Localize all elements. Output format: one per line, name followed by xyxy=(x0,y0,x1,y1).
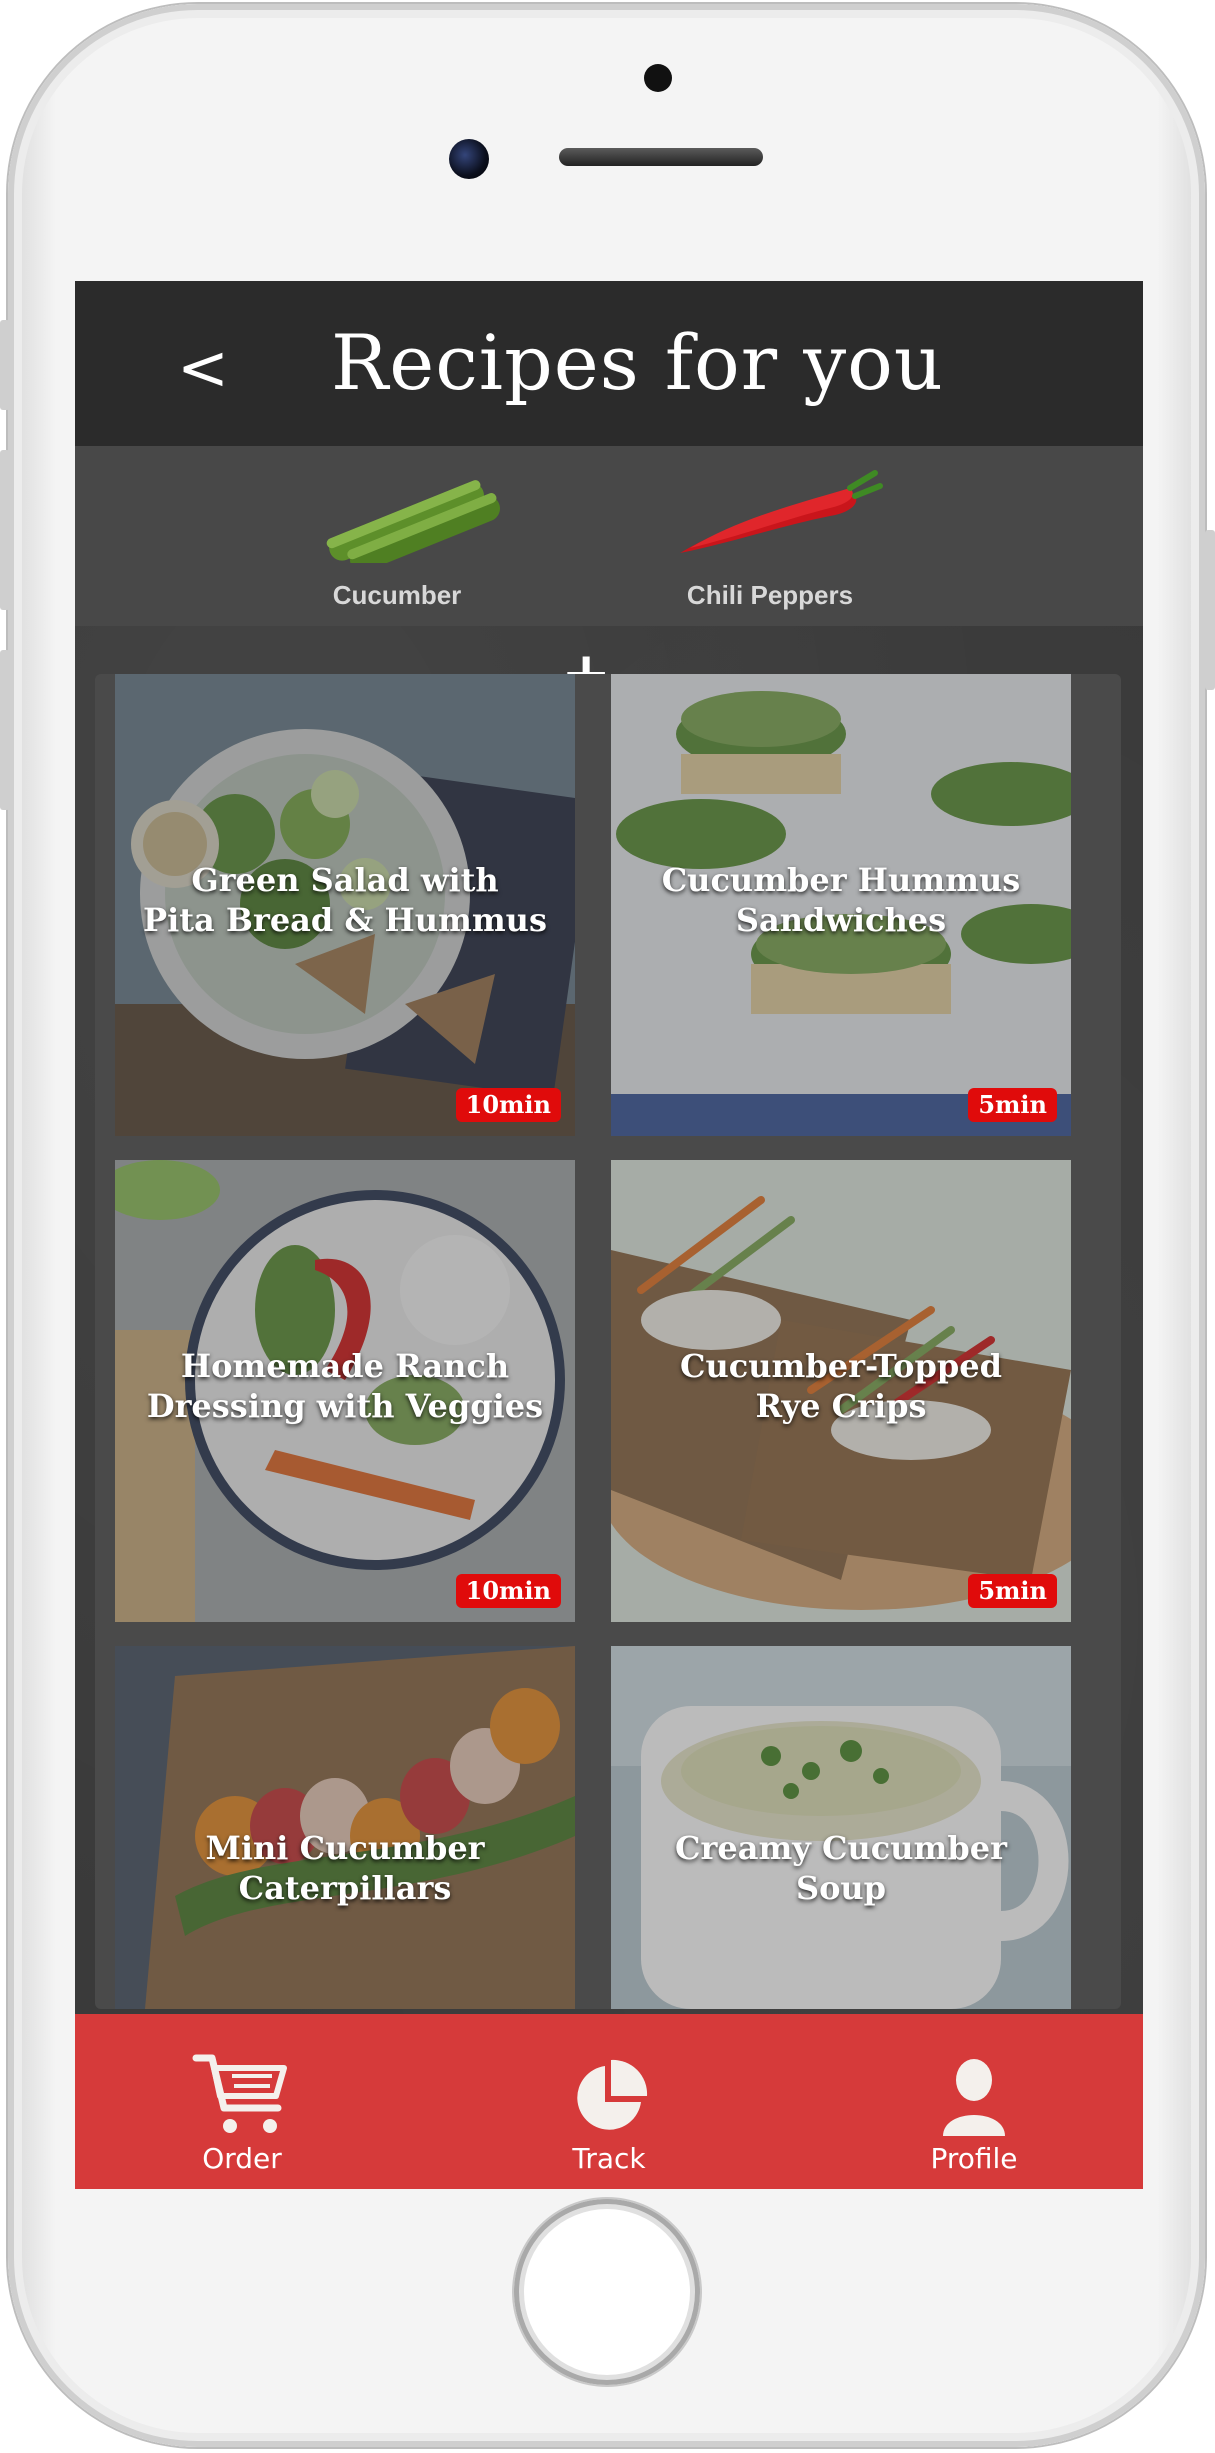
app-header: < Recipes for you xyxy=(75,281,1143,446)
chili-pepper-icon xyxy=(680,470,883,553)
recipe-card[interactable]: Cucumber Hummus Sandwiches 5min xyxy=(611,674,1071,1136)
home-button[interactable] xyxy=(514,2199,700,2385)
volume-down-button xyxy=(0,450,10,610)
user-icon xyxy=(943,2059,1005,2136)
ingredient-label: Cucumber xyxy=(332,580,462,610)
cucumber-icon xyxy=(326,480,501,563)
ingredient-cucumber[interactable]: Cucumber xyxy=(307,468,507,618)
time-badge: 5min xyxy=(968,1088,1057,1122)
nav-item-profile[interactable]: Profile xyxy=(874,2014,1074,2189)
mute-switch xyxy=(0,650,10,810)
recipe-title: Creamy Cucumber Soup xyxy=(675,1829,1007,1907)
ingredient-chili-peppers[interactable]: Chili Peppers xyxy=(660,468,883,618)
recipe-title: Cucumber Hummus Sandwiches xyxy=(661,861,1021,939)
recipe-title: Green Salad with Pita Bread & Hummus xyxy=(143,861,547,939)
back-button[interactable]: < xyxy=(177,337,229,399)
recipe-card[interactable]: Green Salad with Pita Bread & Hummus 10m… xyxy=(115,674,575,1136)
recipe-title: Mini Cucumber Caterpillars xyxy=(205,1829,485,1907)
earpiece-speaker xyxy=(559,148,763,166)
nav-item-track[interactable]: Track xyxy=(509,2014,709,2189)
time-badge: 5min xyxy=(968,1574,1057,1608)
recipe-title: Cucumber-Topped Rye Crips xyxy=(680,1347,1002,1425)
time-badge: 10min xyxy=(455,1574,561,1608)
page-title: Recipes for you xyxy=(331,318,944,407)
proximity-sensor xyxy=(644,64,672,92)
nav-item-order[interactable]: Order xyxy=(142,2014,342,2189)
nav-label: Profile xyxy=(930,2142,1018,2175)
recipe-title: Homemade Ranch Dressing with Veggies xyxy=(146,1347,544,1425)
recipe-grid: Green Salad with Pita Bread & Hummus 10m… xyxy=(95,674,1121,2009)
recipe-card[interactable]: Creamy Cucumber Soup xyxy=(611,1646,1071,2009)
time-badge: 10min xyxy=(455,1088,561,1122)
volume-up-button xyxy=(0,320,10,410)
power-button xyxy=(1205,530,1215,690)
ingredient-label: Chili Peppers xyxy=(686,580,854,610)
recipe-card[interactable]: Cucumber-Topped Rye Crips 5min xyxy=(611,1160,1071,1622)
cart-icon xyxy=(192,2054,287,2133)
app-screen: < Recipes for you Cucumber + xyxy=(75,281,1143,2189)
front-camera xyxy=(449,139,489,179)
recipe-card[interactable]: Homemade Ranch Dressing with Veggies 10m… xyxy=(115,1160,575,1622)
pie-chart-icon xyxy=(577,2059,648,2130)
bottom-nav: Order Track Profile xyxy=(75,2014,1143,2189)
recipe-card[interactable]: Mini Cucumber Caterpillars xyxy=(115,1646,575,2009)
nav-label: Track xyxy=(572,2142,646,2175)
nav-label: Order xyxy=(202,2142,282,2175)
ingredient-bar: Cucumber + Chili Peppers xyxy=(75,446,1143,704)
